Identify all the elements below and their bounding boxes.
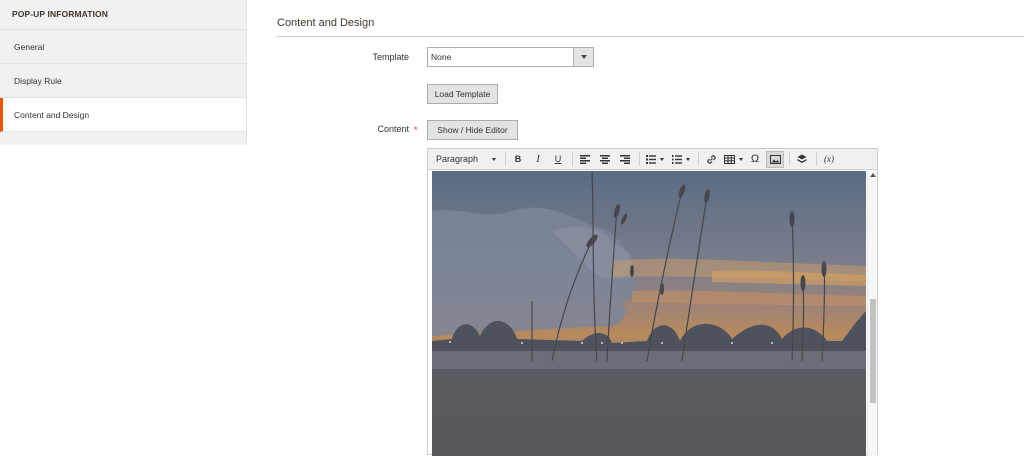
- toolbar-separator: [789, 152, 790, 166]
- chevron-down-icon: [738, 157, 743, 161]
- sidebar-item-label: Content and Design: [14, 109, 90, 120]
- sidebar-title: POP-UP INFORMATION: [0, 0, 246, 30]
- template-select-value: None: [431, 52, 452, 62]
- align-center-icon[interactable]: [596, 151, 614, 168]
- link-icon[interactable]: [702, 151, 720, 168]
- sidebar-item-label: General: [14, 41, 45, 52]
- show-hide-editor-button[interactable]: Show / Hide Editor: [427, 120, 518, 140]
- align-left-icon[interactable]: [576, 151, 594, 168]
- format-select-value: Paragraph: [436, 154, 479, 164]
- chevron-down-icon: [660, 157, 664, 161]
- toolbar-separator: [572, 152, 573, 166]
- template-label: Template: [372, 52, 409, 62]
- format-select[interactable]: Paragraph: [432, 151, 500, 168]
- editor-toolbar: Paragraph B I U Ω (x): [428, 149, 877, 170]
- section-divider: [276, 36, 1024, 37]
- numbered-list-icon[interactable]: [669, 151, 693, 168]
- widget-icon[interactable]: [793, 151, 811, 168]
- table-icon[interactable]: [722, 151, 744, 168]
- editor-content-area[interactable]: [432, 171, 866, 456]
- italic-icon[interactable]: I: [529, 151, 547, 168]
- align-right-icon[interactable]: [616, 151, 634, 168]
- chevron-down-icon: [492, 157, 496, 161]
- chevron-down-icon: [686, 157, 690, 161]
- chevron-down-icon[interactable]: [573, 48, 593, 66]
- template-select[interactable]: None: [427, 47, 594, 67]
- sidebar-item-label: Display Rule: [14, 75, 62, 86]
- sidebar-item-content-and-design[interactable]: Content and Design: [0, 98, 246, 132]
- insert-image-icon[interactable]: [766, 150, 784, 168]
- toolbar-separator: [505, 152, 506, 166]
- editor-scrollbar[interactable]: [867, 171, 877, 456]
- variable-icon[interactable]: (x): [820, 151, 838, 168]
- section-title: Content and Design: [277, 17, 375, 29]
- required-indicator: *: [414, 125, 418, 135]
- bullet-list-icon[interactable]: [643, 151, 667, 168]
- scrollbar-thumb[interactable]: [870, 299, 876, 403]
- sidebar: POP-UP INFORMATION General Display Rule …: [0, 0, 247, 145]
- toolbar-separator: [816, 152, 817, 166]
- load-template-button[interactable]: Load Template: [427, 84, 498, 104]
- content-label: Content: [377, 124, 409, 134]
- sidebar-item-general[interactable]: General: [0, 30, 246, 64]
- toolbar-separator: [698, 152, 699, 166]
- underline-icon[interactable]: U: [549, 151, 567, 168]
- sidebar-item-display-rule[interactable]: Display Rule: [0, 64, 246, 98]
- sunset-image: [432, 171, 866, 456]
- wysiwyg-editor[interactable]: Paragraph B I U Ω (x): [427, 148, 878, 456]
- scroll-up-icon[interactable]: [870, 173, 876, 177]
- special-character-icon[interactable]: Ω: [746, 151, 764, 168]
- toolbar-separator: [639, 152, 640, 166]
- bold-icon[interactable]: B: [509, 151, 527, 168]
